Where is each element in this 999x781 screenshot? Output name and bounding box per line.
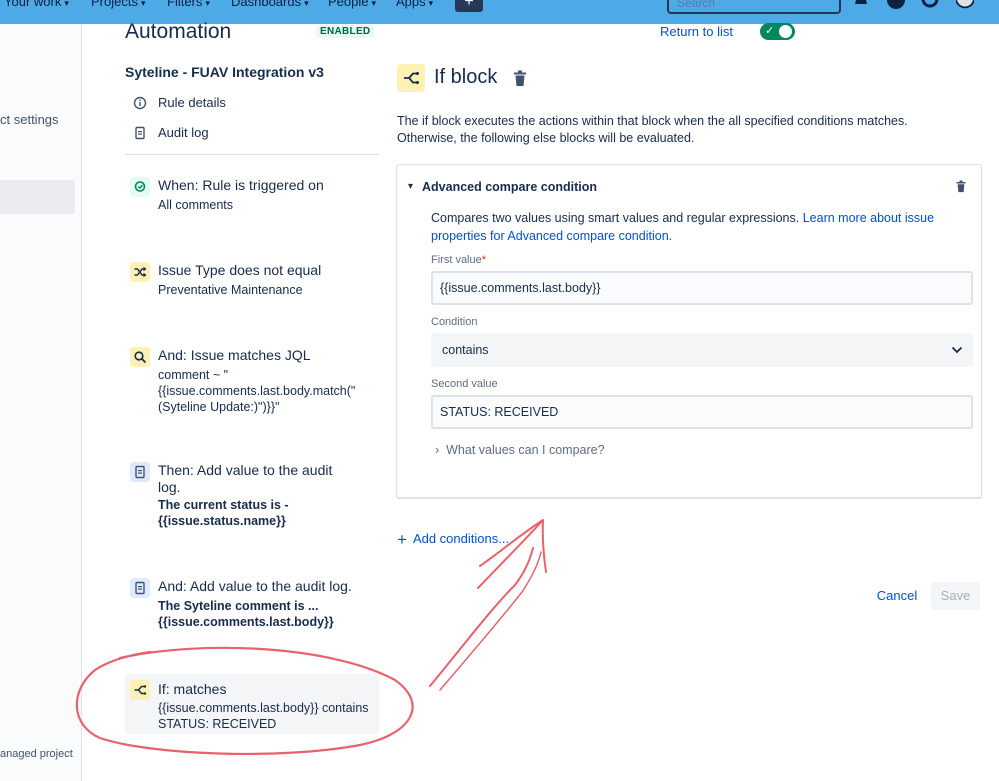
search-input[interactable]: Search xyxy=(667,0,841,14)
nav-people[interactable]: People ▾ xyxy=(328,0,376,9)
first-value-label-text: First value xyxy=(431,254,482,266)
nav-filters-label: Filters xyxy=(167,0,203,9)
chevron-down-icon[interactable]: ▾ xyxy=(408,181,413,192)
panel-description: The if block executes the actions within… xyxy=(397,114,908,145)
component-title: Issue Type does not equal xyxy=(158,262,322,278)
trigger-icon xyxy=(130,177,150,197)
shuffle-icon xyxy=(130,262,150,282)
condition-description: Compares two values using smart values a… xyxy=(431,209,951,245)
add-conditions-button[interactable]: + Add conditions... xyxy=(397,530,509,550)
document-icon xyxy=(130,462,150,482)
chevron-down-icon: ▾ xyxy=(371,0,377,8)
chevron-down-icon: ▾ xyxy=(428,0,434,8)
panel-title: If block xyxy=(434,66,498,88)
branch-icon xyxy=(130,680,150,700)
what-values-expander[interactable]: › What values can I compare? xyxy=(435,443,605,457)
sidebar-item-active[interactable] xyxy=(0,180,75,214)
nav-dashboards[interactable]: Dashboards ▾ xyxy=(231,0,309,9)
info-icon xyxy=(133,96,147,110)
sidebar-item-project-settings[interactable]: ct settings xyxy=(0,112,59,127)
toggle-knob xyxy=(779,25,792,38)
component-subtitle: {{issue.comments.last.body}} contains ST… xyxy=(158,701,369,731)
save-button[interactable]: Save xyxy=(931,582,980,610)
chevron-down-icon: ▾ xyxy=(304,0,309,8)
condition-select-value: contains xyxy=(442,343,489,357)
component-title: And: Add value to the audit log. xyxy=(158,578,352,594)
avatar[interactable] xyxy=(956,0,974,10)
settings-icon[interactable] xyxy=(921,0,939,10)
cancel-button[interactable]: Cancel xyxy=(868,582,926,610)
first-value-input[interactable]: {{issue.comments.last.body}} xyxy=(431,271,973,305)
nav-people-label: People xyxy=(328,0,369,9)
annotation-arrow-shaft xyxy=(429,547,534,687)
help-icon[interactable] xyxy=(887,0,905,10)
audit-log-link[interactable]: Audit log xyxy=(158,125,209,140)
document-icon xyxy=(130,578,150,598)
condition-label: Condition xyxy=(431,316,478,328)
rule-component-trigger[interactable]: When: Rule is triggered on All comments xyxy=(125,177,379,217)
nav-dashboards-label: Dashboards xyxy=(231,0,302,9)
document-icon xyxy=(135,126,145,140)
create-button[interactable]: + xyxy=(455,0,483,12)
plus-icon: + xyxy=(397,530,407,549)
chevron-down-icon: ▾ xyxy=(140,0,146,8)
first-value-label: First value* xyxy=(431,254,486,266)
component-subtitle: All comments xyxy=(158,198,234,212)
component-title: And: Issue matches JQL xyxy=(158,347,311,363)
component-subtitle: The Syteline comment is ... {{issue.comm… xyxy=(158,599,334,629)
what-values-label: What values can I compare? xyxy=(446,443,605,457)
add-conditions-label: Add conditions... xyxy=(412,531,510,546)
nav-apps-label: Apps xyxy=(396,0,426,9)
nav-projects-label: Projects xyxy=(91,0,138,9)
sidebar-footer-text: anaged project xyxy=(0,748,73,760)
component-subtitle: comment ~ "{{issue.comments.last.body.ma… xyxy=(158,368,356,414)
status-badge: ENABLED xyxy=(316,25,375,38)
rule-component-issue-type[interactable]: Issue Type does not equal Preventative M… xyxy=(125,262,379,302)
condition-title[interactable]: Advanced compare condition xyxy=(422,180,597,194)
nav-apps[interactable]: Apps ▾ xyxy=(396,0,433,9)
delete-icon[interactable] xyxy=(512,70,528,87)
nav-filters[interactable]: Filters ▾ xyxy=(167,0,210,9)
nav-your-work[interactable]: Your work ▾ xyxy=(4,0,69,9)
screen: Your work ▾ Projects ▾ Filters ▾ Dashboards… xyxy=(0,0,999,781)
chevron-down-icon xyxy=(951,346,963,354)
condition-description-text: Compares two values using smart values a… xyxy=(431,211,803,225)
rule-enabled-toggle[interactable]: ✓ xyxy=(760,23,795,40)
project-sidebar: ct settings anaged project xyxy=(0,24,82,781)
divider xyxy=(125,154,379,155)
annotation-arrow-shaft-echo xyxy=(439,551,542,691)
chevron-right-icon: › xyxy=(435,443,440,457)
chevron-down-icon: ▾ xyxy=(205,0,210,8)
component-subtitle: Preventative Maintenance xyxy=(158,283,303,297)
second-value-label: Second value xyxy=(431,378,498,390)
check-icon: ✓ xyxy=(765,25,775,37)
component-title: If: matches xyxy=(158,681,227,697)
required-marker: * xyxy=(481,254,487,266)
search-icon xyxy=(130,347,150,367)
notification-icon[interactable] xyxy=(852,0,870,10)
condition-select[interactable]: contains xyxy=(431,333,973,367)
rule-component-audit-log-comment[interactable]: And: Add value to the audit log. The Syt… xyxy=(125,578,379,634)
delete-icon[interactable] xyxy=(955,180,967,193)
rule-name: Syteline - FUAV Integration v3 xyxy=(125,64,324,80)
branch-icon xyxy=(397,64,425,92)
rule-component-if-matches[interactable]: If: matches {{issue.comments.last.body}}… xyxy=(125,680,379,732)
rule-component-jql[interactable]: And: Issue matches JQL comment ~ "{{issu… xyxy=(125,347,379,419)
chevron-down-icon: ▾ xyxy=(64,0,69,8)
component-subtitle: The current status is - {{issue.status.n… xyxy=(158,498,289,528)
nav-projects[interactable]: Projects ▾ xyxy=(91,0,146,9)
rule-component-audit-log-status[interactable]: Then: Add value to the audit log. The cu… xyxy=(125,462,379,530)
second-value-input[interactable]: STATUS: RECEIVED xyxy=(431,395,973,429)
page-title: Automation xyxy=(125,20,232,43)
return-to-list-link[interactable]: Return to list xyxy=(660,24,733,39)
rule-details-link[interactable]: Rule details xyxy=(158,95,226,110)
condition-card: ▾ Advanced compare condition Compares tw… xyxy=(396,164,982,498)
component-title: Then: Add value to the audit log. xyxy=(158,462,333,495)
component-title: When: Rule is triggered on xyxy=(158,177,324,193)
nav-your-work-label: Your work xyxy=(4,0,62,9)
